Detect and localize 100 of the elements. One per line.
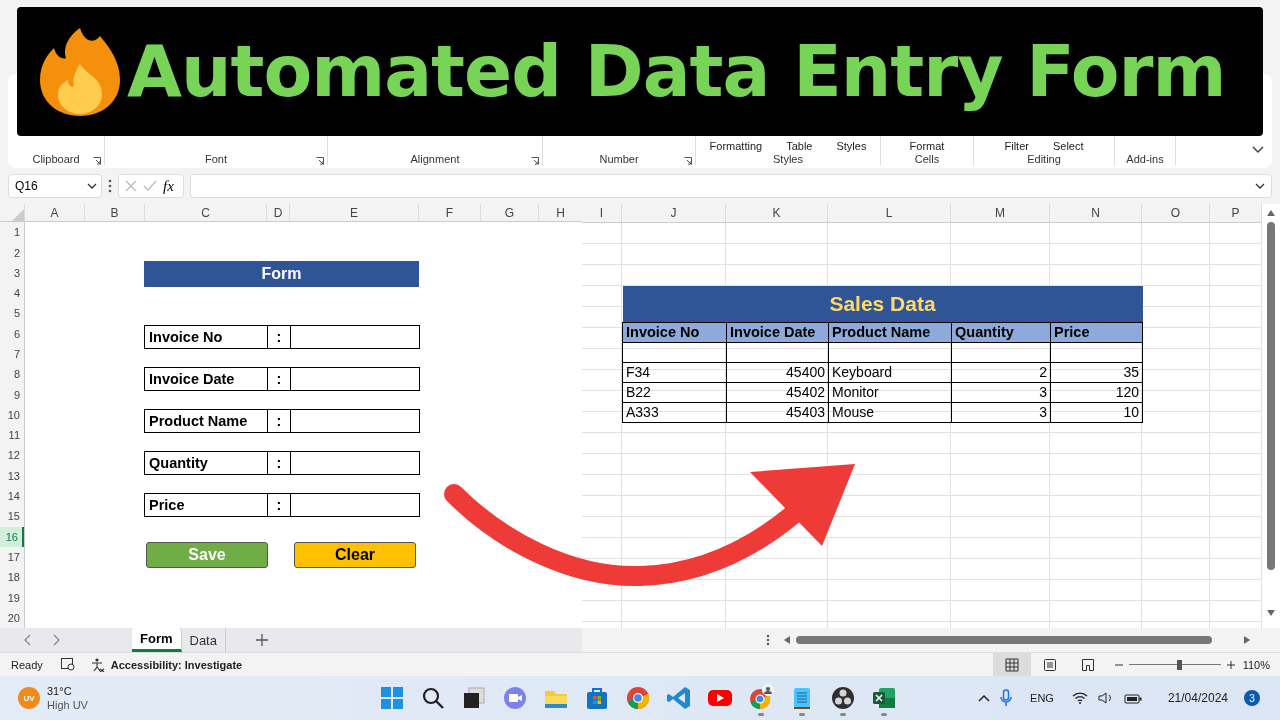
wifi-icon[interactable] xyxy=(1071,692,1088,704)
accessibility-icon[interactable] xyxy=(90,657,105,672)
microphone-icon[interactable] xyxy=(1000,689,1013,707)
browser-icon[interactable] xyxy=(624,684,652,712)
table-cell: A333 xyxy=(622,402,727,422)
insert-function-button[interactable]: fx xyxy=(163,177,174,195)
row-header[interactable]: 18 xyxy=(0,567,24,588)
row-header[interactable]: 11 xyxy=(0,425,24,446)
banner-title: Automated Data Entry Form xyxy=(127,30,1226,113)
language-indicator[interactable]: ENG xyxy=(1030,692,1054,704)
previous-sheet-icon[interactable] xyxy=(24,634,32,646)
input-field[interactable] xyxy=(291,367,420,392)
row-header[interactable]: 2 xyxy=(0,242,24,263)
view-button[interactable] xyxy=(992,652,1031,677)
accessibility-status[interactable]: Accessibility: Investigate xyxy=(110,658,243,671)
row-header[interactable]: 17 xyxy=(0,546,24,568)
ribbon-command[interactable]: Select xyxy=(1052,140,1084,152)
expand-icon[interactable] xyxy=(1255,183,1265,189)
ribbon-command[interactable]: Table xyxy=(786,140,813,152)
speaker-icon[interactable] xyxy=(1097,691,1114,705)
next-sheet-icon[interactable] xyxy=(52,634,60,646)
table-cell: B22 xyxy=(622,382,727,402)
zoom-slider[interactable] xyxy=(1128,659,1221,670)
page-break-icon[interactable] xyxy=(1080,657,1095,672)
notification-badge[interactable]: 3 xyxy=(1244,690,1260,706)
row-header[interactable]: 13 xyxy=(0,465,24,486)
row-header[interactable]: 16 xyxy=(0,526,24,547)
row-header[interactable]: 4 xyxy=(0,282,24,304)
grid-view-icon[interactable] xyxy=(1004,657,1019,672)
row-header[interactable]: 6 xyxy=(0,323,24,344)
ribbon-command[interactable]: Styles xyxy=(836,140,867,152)
column-header[interactable]: K xyxy=(726,204,828,222)
input-field[interactable] xyxy=(291,493,420,518)
field-label: Quantity xyxy=(144,451,268,476)
table-cell: Monitor xyxy=(828,382,952,402)
row-header[interactable]: 15 xyxy=(0,506,24,527)
ribbon-command[interactable]: Format xyxy=(909,140,945,152)
column-header[interactable]: M xyxy=(951,204,1050,222)
ribbon-group-label: Add-ins xyxy=(1126,153,1164,165)
page-layout-icon[interactable] xyxy=(1042,657,1057,672)
row-header[interactable]: 1 xyxy=(0,222,24,243)
temperature[interactable]: 31°C xyxy=(47,684,88,698)
row-header[interactable]: 9 xyxy=(0,384,24,405)
column-header[interactable]: I xyxy=(582,204,622,222)
dialog-launcher-icon[interactable] xyxy=(531,157,539,165)
row-header[interactable]: 12 xyxy=(0,445,24,466)
browser-profile-icon[interactable] xyxy=(747,684,775,712)
date[interactable]: 21/04/2024 xyxy=(1167,691,1228,705)
more-icon[interactable] xyxy=(108,179,112,193)
zoom-in-icon[interactable] xyxy=(1226,660,1235,669)
row-header[interactable]: 14 xyxy=(0,485,24,507)
video-chat-icon[interactable] xyxy=(501,684,529,712)
column-header[interactable]: D xyxy=(266,204,289,222)
row-header[interactable]: 10 xyxy=(0,404,24,426)
ribbon-group-label: Clipboard xyxy=(32,153,80,165)
table-cell: Mouse xyxy=(828,402,952,422)
name-box[interactable]: Q16 xyxy=(8,174,102,198)
column-header[interactable]: B xyxy=(84,204,144,222)
column-header[interactable]: A xyxy=(24,204,84,222)
horizontal-scrollbar[interactable] xyxy=(782,634,1252,646)
input-field[interactable] xyxy=(291,325,420,350)
row-header[interactable]: 5 xyxy=(0,303,24,324)
weather-condition[interactable]: High UV xyxy=(47,698,88,712)
sheet-tab[interactable]: Form xyxy=(132,628,182,652)
column-header[interactable]: E xyxy=(289,204,418,222)
input-field[interactable] xyxy=(291,451,420,476)
formula-input[interactable] xyxy=(190,174,1272,198)
column-header[interactable]: G xyxy=(480,204,538,222)
column-header[interactable]: C xyxy=(144,204,266,222)
zoom-level[interactable]: 110% xyxy=(1242,658,1270,671)
more-icon[interactable] xyxy=(766,634,770,646)
dialog-launcher-icon[interactable] xyxy=(684,157,692,165)
start-icon[interactable] xyxy=(378,684,406,712)
dialog-launcher-icon[interactable] xyxy=(316,157,324,165)
input-field[interactable] xyxy=(291,409,420,434)
recorder-icon[interactable] xyxy=(829,684,857,712)
column-heading: Product Name xyxy=(828,322,952,342)
row-header[interactable]: 7 xyxy=(0,343,24,365)
code-editor-icon[interactable] xyxy=(665,684,693,712)
chevron-down-icon[interactable] xyxy=(1252,146,1264,154)
row-header[interactable]: 19 xyxy=(0,587,24,608)
column-header[interactable]: O xyxy=(1142,204,1210,222)
row-header[interactable]: 20 xyxy=(0,607,24,628)
row-header[interactable]: 3 xyxy=(0,262,24,283)
ribbon-command[interactable]: Filter xyxy=(1004,140,1029,152)
chevron-up-icon[interactable] xyxy=(978,694,991,702)
column-header[interactable]: N xyxy=(1050,204,1142,222)
table-cell: F34 xyxy=(622,362,727,382)
form-button[interactable]: Clear xyxy=(294,542,416,569)
row-header[interactable]: 8 xyxy=(0,364,24,385)
ribbon-command[interactable]: Formatting xyxy=(709,140,763,152)
dialog-launcher-icon[interactable] xyxy=(93,157,101,165)
macro-icon[interactable] xyxy=(60,658,75,671)
column-header[interactable]: L xyxy=(828,204,951,222)
add-sheet-icon[interactable] xyxy=(255,634,268,646)
column-header[interactable]: F xyxy=(418,204,480,222)
check-icon[interactable] xyxy=(143,180,157,192)
zoom-slider-thumb[interactable] xyxy=(1177,659,1183,670)
battery-icon[interactable] xyxy=(1123,692,1142,704)
column-header[interactable]: J xyxy=(622,204,726,222)
